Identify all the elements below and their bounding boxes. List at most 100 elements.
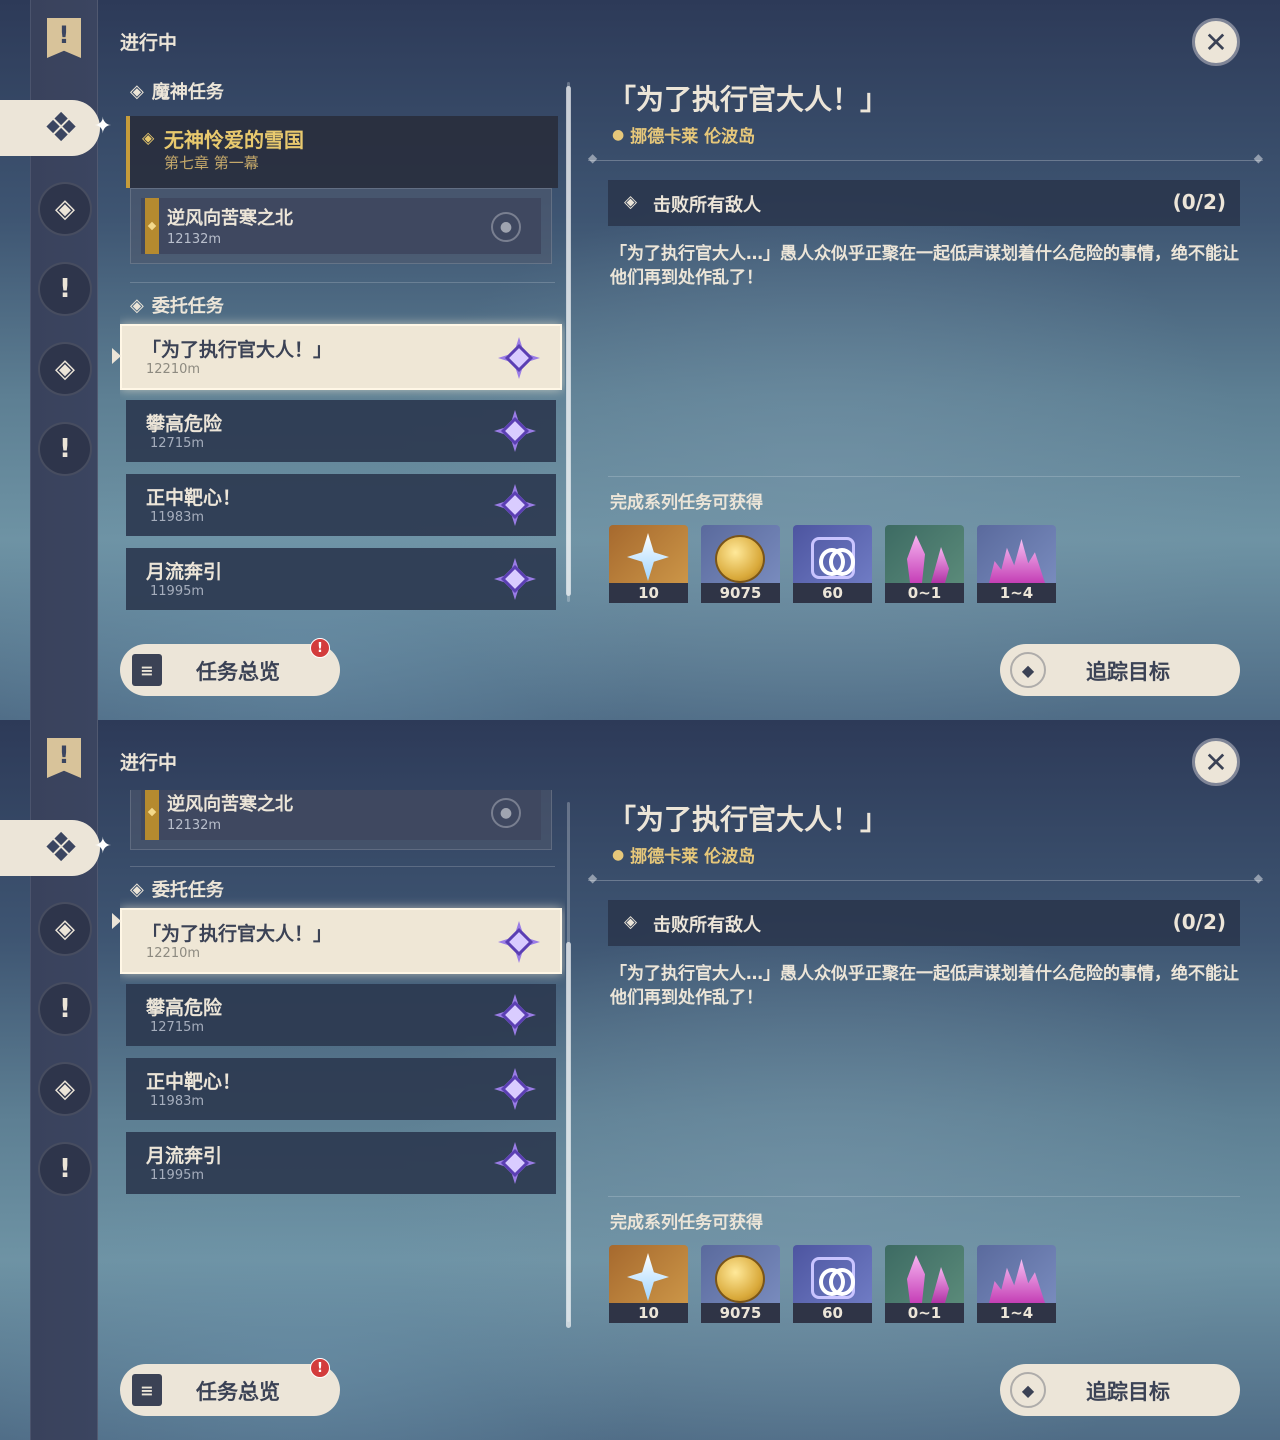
reward-item[interactable]: 0~1 [885, 1245, 964, 1323]
rail-tab-story-quests[interactable]: ! [38, 262, 92, 316]
reward-item[interactable]: 60 [793, 525, 872, 603]
rewards-list: 10 9075 60 0~1 1~4 [609, 1245, 1056, 1323]
selection-arrow-icon [112, 913, 121, 929]
reward-item[interactable]: 10 [609, 1245, 688, 1323]
daily-quest-title: 月流奔引 [146, 561, 223, 583]
quest-list[interactable]: 逆风向苦寒之北 12132m ● ◈ 委托任务 「为了执行官大人！」 12210… [120, 790, 565, 1330]
location-pin-icon[interactable]: ● [491, 212, 521, 242]
mora-icon [715, 535, 765, 583]
location-label: 挪德卡莱 伦波岛 [630, 847, 756, 867]
commission-star-icon [498, 921, 540, 963]
daily-quest-distance: 11995m [150, 584, 205, 599]
quest-objective: ◈ 击败所有敌人 (0/2) [608, 900, 1240, 946]
button-label: 追踪目标 [1086, 1380, 1170, 1404]
close-button[interactable]: ✕ [1192, 738, 1240, 786]
commission-star-icon [494, 410, 536, 452]
objective-diamond-icon: ◈ [624, 912, 638, 932]
daily-quest-item[interactable]: 正中靶心！ 11983m [126, 1058, 556, 1120]
reward-count: 9075 [701, 583, 780, 603]
reward-count: 10 [609, 583, 688, 603]
rail-tab-daily-commissions[interactable]: ◈ [38, 342, 92, 396]
close-button[interactable]: ✕ [1192, 18, 1240, 66]
rail-tab-daily-commissions[interactable]: ◈ [38, 1062, 92, 1116]
quest-detail-title: 「为了执行官大人！」 [608, 83, 889, 116]
archon-quest-entry[interactable]: ◈ 无神怜爱的雪国 第七章 第一幕 [126, 116, 558, 188]
quest-banner-icon: ! [44, 18, 84, 60]
sub-quest-title: 逆风向苦寒之北 [167, 208, 293, 229]
archon-quest-icon: ◈ [55, 194, 75, 224]
rail-tab-archon-quests[interactable]: ◈ [38, 902, 92, 956]
daily-quest-title: 「为了执行官大人！」 [142, 339, 333, 361]
quest-objective: ◈ 击败所有敌人 (0/2) [608, 180, 1240, 226]
reward-item[interactable]: 10 [609, 525, 688, 603]
reward-count: 1~4 [977, 583, 1056, 603]
mora-icon [715, 1255, 765, 1303]
location-pin-icon[interactable]: ● [491, 798, 521, 828]
daily-quest-distance: 12210m [146, 362, 201, 377]
reward-item[interactable]: 9075 [701, 525, 780, 603]
daily-quest-distance: 12715m [150, 436, 205, 451]
quest-panel-bottom: ! ❖ ✦ ◈ ! ◈ ! 进行中 逆风向苦寒之北 12132m ● ◈ 委托任… [0, 720, 1280, 1440]
divider [608, 476, 1240, 477]
quest-book-icon: ≡ [132, 1374, 162, 1406]
category-daily: ◈ 委托任务 [130, 876, 224, 902]
commission-star-icon [494, 1068, 536, 1110]
sub-quest-entry[interactable]: 逆风向苦寒之北 12132m ● [130, 790, 552, 850]
sub-quest-entry[interactable]: 逆风向苦寒之北 12132m ● [130, 188, 552, 264]
daily-quest-item[interactable]: 月流奔引 11995m [126, 548, 556, 610]
commission-star-icon [498, 337, 540, 379]
quest-overview-button[interactable]: ≡ 任务总览 ! [120, 1358, 340, 1416]
reward-item[interactable]: 0~1 [885, 525, 964, 603]
fellowship-icon [811, 537, 855, 579]
daily-quest-item[interactable]: 「为了执行官大人！」 12210m [120, 908, 562, 974]
daily-quest-item[interactable]: 正中靶心！ 11983m [126, 474, 556, 536]
archon-category-icon: ◈ [130, 80, 144, 102]
notification-badge: ! [310, 1358, 330, 1378]
crystal-cluster-icon [989, 1259, 1045, 1303]
daily-quest-title: 攀高危险 [146, 413, 223, 435]
rail-tab-archon-quests[interactable]: ◈ [38, 182, 92, 236]
rail-tab-world-quests[interactable]: ! [38, 1142, 92, 1196]
reward-count: 10 [609, 1303, 688, 1323]
archon-quest-icon: ◈ [55, 914, 75, 944]
track-target-button[interactable]: ◆ 追踪目标 [1000, 1364, 1240, 1416]
section-heading: 进行中 [120, 752, 178, 774]
track-target-button[interactable]: ◆ 追踪目标 [1000, 644, 1240, 696]
exclamation-icon: ! [59, 274, 71, 304]
reward-item[interactable]: 9075 [701, 1245, 780, 1323]
divider [588, 871, 1263, 885]
location-pin-icon: ● [612, 126, 625, 143]
button-label: 任务总览 [196, 660, 280, 684]
rail-tab-world-quests[interactable]: ! [38, 422, 92, 476]
daily-quest-item[interactable]: 攀高危险 12715m [126, 984, 556, 1046]
objective-progress: (0/2) [1172, 910, 1226, 934]
quest-description: 「为了执行官大人…」愚人众似乎正聚在一起低声谋划着什么危险的事情，绝不能让他们再… [610, 964, 1239, 1008]
objective-text: 击败所有敌人 [653, 195, 761, 216]
fellowship-icon [811, 1257, 855, 1299]
rail-tab-all-quests[interactable]: ❖ ✦ [0, 100, 112, 156]
scrollbar-thumb[interactable] [566, 86, 571, 596]
commission-icon: ◈ [55, 1074, 75, 1104]
quest-location: ● 挪德卡莱 伦波岛 [612, 842, 756, 868]
daily-quest-item[interactable]: 「为了执行官大人！」 12210m [120, 324, 562, 390]
crystal-chunk-icon [907, 535, 925, 583]
rail-tab-all-quests[interactable]: ❖ ✦ [0, 820, 112, 876]
daily-quest-item[interactable]: 月流奔引 11995m [126, 1132, 556, 1194]
daily-quest-item[interactable]: 攀高危险 12715m [126, 400, 556, 462]
rail-tab-story-quests[interactable]: ! [38, 982, 92, 1036]
divider [588, 151, 1263, 165]
quest-description: 「为了执行官大人…」愚人众似乎正聚在一起低声谋划着什么危险的事情，绝不能让他们再… [610, 244, 1239, 288]
archon-diamond-icon: ◈ [142, 128, 155, 147]
selection-arrow-icon [112, 348, 121, 364]
quest-overview-button[interactable]: ≡ 任务总览 ! [120, 638, 340, 696]
exclamation-icon: ! [59, 1154, 71, 1184]
reward-item[interactable]: 1~4 [977, 1245, 1056, 1323]
quest-list[interactable]: ◈ 魔神任务 ◈ 无神怜爱的雪国 第七章 第一幕 逆风向苦寒之北 12132m … [120, 70, 565, 610]
reward-item[interactable]: 1~4 [977, 525, 1056, 603]
quest-banner-icon: ! [44, 738, 84, 780]
scrollbar-thumb[interactable] [566, 942, 571, 1328]
location-label: 挪德卡莱 伦波岛 [630, 127, 756, 147]
reward-count: 0~1 [885, 583, 964, 603]
reward-item[interactable]: 60 [793, 1245, 872, 1323]
divider [130, 866, 555, 867]
